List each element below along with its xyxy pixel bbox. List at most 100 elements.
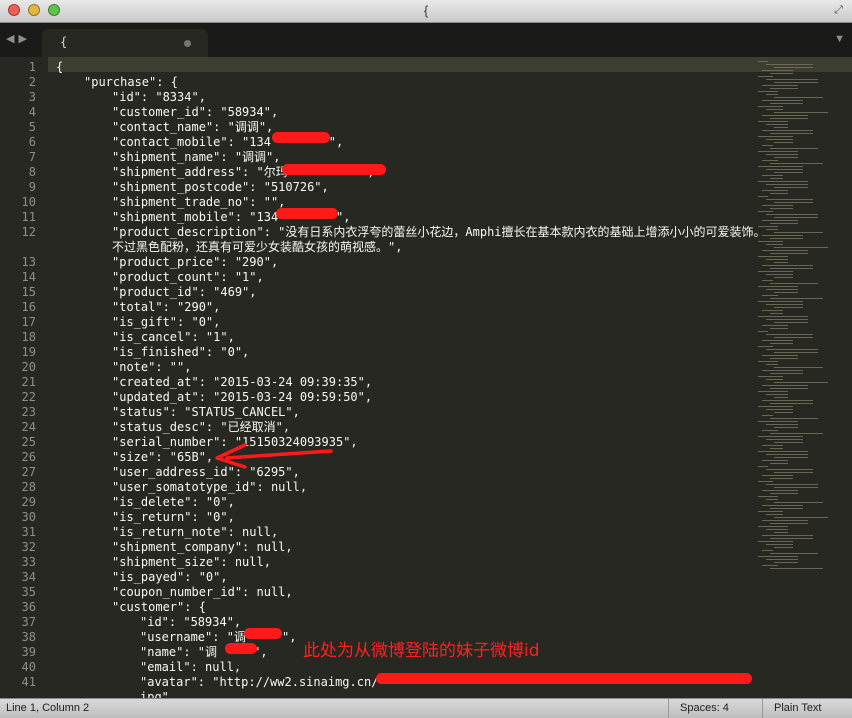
- code-line[interactable]: "product_price": "290",: [112, 255, 278, 270]
- fullscreen-icon[interactable]: ⤢: [832, 4, 845, 17]
- minimap-line: [774, 277, 793, 278]
- minimap-line: [770, 388, 808, 389]
- code-line[interactable]: "created_at": "2015-03-24 09:39:35",: [112, 375, 372, 390]
- status-bar: Line 1, Column 2 Spaces: 4 Plain Text: [0, 698, 852, 718]
- minimap-line: [762, 355, 798, 356]
- code-line[interactable]: "shipment_company": null,: [112, 540, 293, 555]
- minimap-line: [766, 64, 813, 65]
- code-line[interactable]: "is_cancel": "1",: [112, 330, 235, 345]
- code-line[interactable]: "shipment_trade_no": "",: [112, 195, 285, 210]
- minimap-line: [758, 421, 798, 422]
- code-line[interactable]: "customer": {: [112, 600, 206, 615]
- code-line[interactable]: ipg",: [140, 690, 176, 698]
- code-line[interactable]: "is_gift": "0",: [112, 315, 220, 330]
- line-number: 31: [21, 525, 36, 539]
- minimap[interactable]: [756, 57, 852, 698]
- code-line[interactable]: "product_count": "1",: [112, 270, 264, 285]
- code-line[interactable]: "size": "65B",: [112, 450, 213, 465]
- minimap-line: [758, 271, 793, 272]
- code-line[interactable]: "status_desc": "已经取消",: [112, 420, 290, 435]
- code-text[interactable]: { "purchase": {"id": "8334", "customer_id"…: [56, 57, 766, 698]
- syntax-selector[interactable]: Plain Text: [774, 702, 822, 714]
- code-line[interactable]: "product_id": "469",: [112, 285, 257, 300]
- code-line[interactable]: "avatar": "http://ww2.sinaimg.cn/: [140, 675, 378, 690]
- code-line[interactable]: 不过黑色配粉，还真有可爱少女装酷女孩的萌视感。",: [112, 240, 402, 255]
- code-line[interactable]: "shipment_postcode": "510726",: [112, 180, 329, 195]
- minimap-line: [766, 424, 798, 425]
- minimap-line: [758, 181, 808, 182]
- minimap-line: [770, 538, 813, 539]
- code-line[interactable]: "updated_at": "2015-03-24 09:59:50",: [112, 390, 372, 405]
- line-number: 32: [21, 540, 36, 554]
- line-number: 14: [21, 270, 36, 284]
- minimap-line: [762, 325, 788, 326]
- minimap-line: [762, 70, 793, 71]
- code-line[interactable]: "is_delete": "0",: [112, 495, 235, 510]
- code-line[interactable]: "shipment_size": null,: [112, 555, 271, 570]
- code-line[interactable]: "note": "",: [112, 360, 191, 375]
- line-number: 1: [28, 60, 36, 74]
- minimap-line: [766, 124, 788, 125]
- minimap-line: [770, 253, 808, 254]
- code-line[interactable]: "coupon_number_id": null,: [112, 585, 293, 600]
- status-divider: [668, 699, 669, 718]
- minimap-line: [766, 154, 798, 155]
- code-line[interactable]: "is_return": "0",: [112, 510, 235, 525]
- code-line[interactable]: "status": "STATUS_CANCEL",: [112, 405, 300, 420]
- minimap-line: [758, 211, 773, 212]
- minimap-line: [766, 469, 813, 470]
- code-line[interactable]: "contact_name": "调调",: [112, 120, 273, 135]
- tab-menu-chevron-icon[interactable]: ▼: [834, 33, 845, 45]
- code-line[interactable]: "email": null,: [140, 660, 241, 675]
- indentation-selector[interactable]: Spaces: 4: [680, 702, 729, 714]
- minimap-line: [770, 418, 818, 419]
- arrow-right-icon[interactable]: ▶: [18, 33, 30, 45]
- unsaved-dot-icon[interactable]: [184, 40, 191, 47]
- line-number: 2: [28, 75, 36, 89]
- code-line[interactable]: "id": "8334",: [112, 90, 206, 105]
- redaction-mark: [225, 643, 257, 654]
- minimap-line: [762, 310, 783, 311]
- minimap-line: [770, 508, 803, 509]
- window-titlebar: { ⤢: [0, 0, 852, 23]
- tab-file[interactable]: {: [42, 29, 208, 57]
- line-number: 11: [21, 210, 36, 224]
- code-line[interactable]: "is_finished": "0",: [112, 345, 249, 360]
- line-number: 33: [21, 555, 36, 569]
- editor-area[interactable]: 1 2 3 4 5 6 7 8 9 10 11 12 13 14 15 16 17 18 19 20 21 22 23 24 2…: [0, 57, 852, 698]
- minimap-line: [774, 217, 818, 218]
- minimap-line: [758, 376, 783, 377]
- code-line[interactable]: "customer_id": "58934",: [112, 105, 278, 120]
- minimap-line: [762, 220, 798, 221]
- code-line[interactable]: "id": "58934",: [140, 615, 241, 630]
- minimap-line: [774, 262, 788, 263]
- code-line[interactable]: "purchase": {: [84, 75, 178, 90]
- minimap-line: [762, 235, 803, 236]
- minimap-line: [766, 319, 808, 320]
- minimap-line: [770, 73, 793, 74]
- minimap-line: [758, 256, 788, 257]
- minimap-line: [774, 517, 828, 518]
- line-number: 35: [21, 585, 36, 599]
- minimap-line: [766, 229, 778, 230]
- minimap-line: [770, 223, 798, 224]
- line-number: 16: [21, 300, 36, 314]
- code-line[interactable]: "shipment_name": "调调",: [112, 150, 281, 165]
- code-line[interactable]: "user_somatotype_id": null,: [112, 480, 307, 495]
- tab-navigation-arrows[interactable]: ◀▶: [6, 32, 31, 45]
- minimap-line: [762, 250, 808, 251]
- minimap-line: [766, 184, 808, 185]
- code-line[interactable]: "is_payed": "0",: [112, 570, 228, 585]
- arrow-left-icon[interactable]: ◀: [6, 33, 18, 45]
- minimap-line: [770, 463, 788, 464]
- minimap-line: [758, 61, 768, 62]
- minimap-line: [770, 208, 793, 209]
- minimap-line: [762, 520, 808, 521]
- code-line[interactable]: "total": "290",: [112, 300, 220, 315]
- code-line[interactable]: "product_description": "没有日系内衣浮夸的蕾丝小花边，A…: [112, 225, 766, 240]
- minimap-line: [758, 196, 768, 197]
- code-line[interactable]: {: [56, 60, 63, 75]
- code-line[interactable]: "is_return_note": null,: [112, 525, 278, 540]
- minimap-line: [770, 493, 798, 494]
- minimap-line: [774, 502, 823, 503]
